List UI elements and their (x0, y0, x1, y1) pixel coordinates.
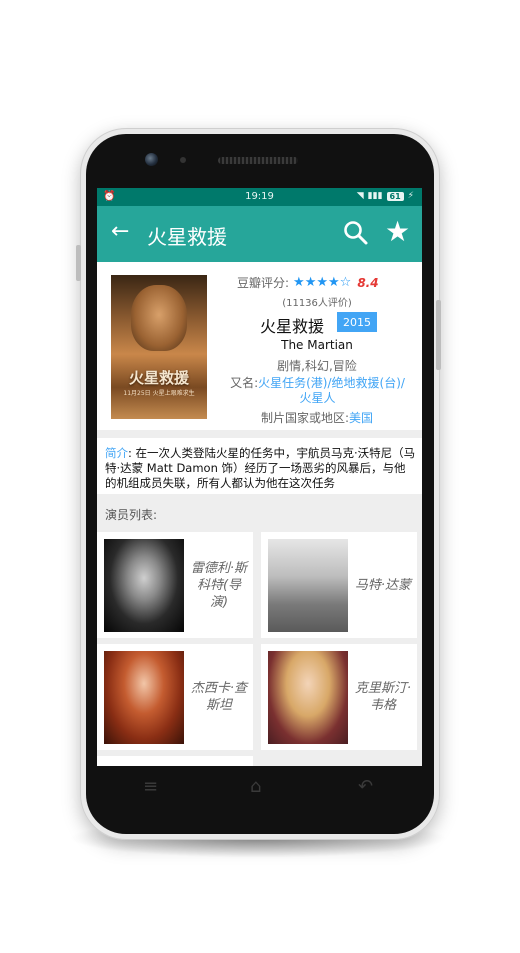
summary-card[interactable]: 简介: 在一次人类登陆火星的任务中，宇航员马克·沃特尼（马特·达蒙 Matt D… (97, 438, 422, 494)
proximity-sensor (180, 157, 186, 163)
hardware-nav-bar: ≡ ⌂ ↶ (97, 766, 422, 810)
status-indicators: ◥ ▮▮▮ 61 ⚡ (357, 191, 414, 201)
cast-card-partial[interactable] (97, 756, 253, 766)
movie-title-cn: 火星救援 (260, 317, 325, 336)
cast-name: 杰西卡·查斯坦 (190, 681, 248, 713)
rating-label: 豆瓣评分: (237, 276, 290, 290)
cast-header-label: 演员列表: (105, 508, 158, 522)
cast-card[interactable]: 克里斯汀·韦格 (261, 644, 417, 750)
screen: ⏰ 19:19 ◥ ▮▮▮ 61 ⚡ ← 火星救援 ★ 火星救援 11月25日 … (97, 188, 422, 766)
battery-icon: 61 (386, 191, 404, 201)
aka-label: 又名: (230, 376, 259, 390)
rating-count: (11136人评价) (282, 298, 352, 309)
earpiece-speaker (218, 157, 298, 164)
poster-face-art (131, 285, 187, 351)
country-label: 制片国家或地区: (260, 411, 350, 425)
home-icon[interactable]: ⌂ (250, 776, 261, 797)
rating-score: 8.4 (357, 275, 379, 290)
cast-photo (104, 651, 184, 744)
movie-poster[interactable]: 火星救援 11月25日 火星上艰难求生 (111, 275, 207, 419)
summary-label: 简介 (105, 446, 128, 460)
country-value: 美国 (349, 411, 374, 425)
movie-country: 制片国家或地区:美国 (237, 409, 397, 426)
cast-card[interactable]: 马特·达蒙 (261, 532, 417, 638)
movie-info-card: 火星救援 11月25日 火星上艰难求生 豆瓣评分: ★★★★☆ 8.4 (111… (97, 262, 422, 430)
cast-photo (268, 539, 348, 632)
app-bar: ← 火星救援 ★ (97, 206, 422, 262)
wifi-icon: ◥ (356, 191, 364, 201)
rating-stars-icon: ★★★★☆ (293, 275, 352, 290)
front-camera-icon (145, 153, 158, 166)
rating-row: 豆瓣评分: ★★★★☆ 8.4 (237, 274, 379, 291)
search-icon[interactable] (343, 220, 369, 246)
poster-title: 火星救援 (128, 369, 189, 387)
page-title: 火星救援 (147, 225, 227, 249)
summary-body: : 在一次人类登陆火星的任务中，宇航员马克·沃特尼（马特·达蒙 Matt Dam… (105, 446, 416, 490)
year-badge: 2015 (337, 312, 377, 332)
charging-icon: ⚡ (407, 191, 414, 201)
poster-subtitle: 11月25日 火星上艰难求生 (123, 390, 195, 397)
back-icon[interactable]: ↶ (358, 776, 373, 797)
cast-name: 雷德利·斯科特(导演) (190, 560, 248, 610)
menu-icon[interactable]: ≡ (143, 776, 158, 797)
signal-icon: ▮▮▮ (367, 191, 383, 201)
favorite-star-icon[interactable]: ★ (385, 215, 410, 248)
aka-value: 火星任务(港)/绝地救援(台)/火星人 (258, 376, 405, 405)
movie-aka: 又名:火星任务(港)/绝地救援(台)/火星人 (225, 376, 410, 406)
cast-photo (268, 651, 348, 744)
power-button (436, 300, 441, 370)
cast-name: 克里斯汀·韦格 (354, 681, 412, 713)
cast-name: 马特·达蒙 (354, 577, 412, 593)
cast-card[interactable]: 杰西卡·查斯坦 (97, 644, 253, 750)
scroll-content[interactable]: 火星救援 11月25日 火星上艰难求生 豆瓣评分: ★★★★☆ 8.4 (111… (97, 262, 422, 766)
summary-text: 简介: 在一次人类登陆火星的任务中，宇航员马克·沃特尼（马特·达蒙 Matt D… (105, 446, 417, 492)
movie-genres: 剧情,科幻,冒险 (277, 359, 357, 373)
cast-header: 演员列表: (97, 494, 422, 530)
cast-photo (104, 539, 184, 632)
cast-card[interactable]: 雷德利·斯科特(导演) (97, 532, 253, 638)
movie-title-en: The Martian (281, 338, 353, 352)
volume-button (76, 245, 81, 281)
back-arrow-icon[interactable]: ← (111, 219, 129, 244)
status-bar: ⏰ 19:19 ◥ ▮▮▮ 61 ⚡ (97, 188, 422, 206)
